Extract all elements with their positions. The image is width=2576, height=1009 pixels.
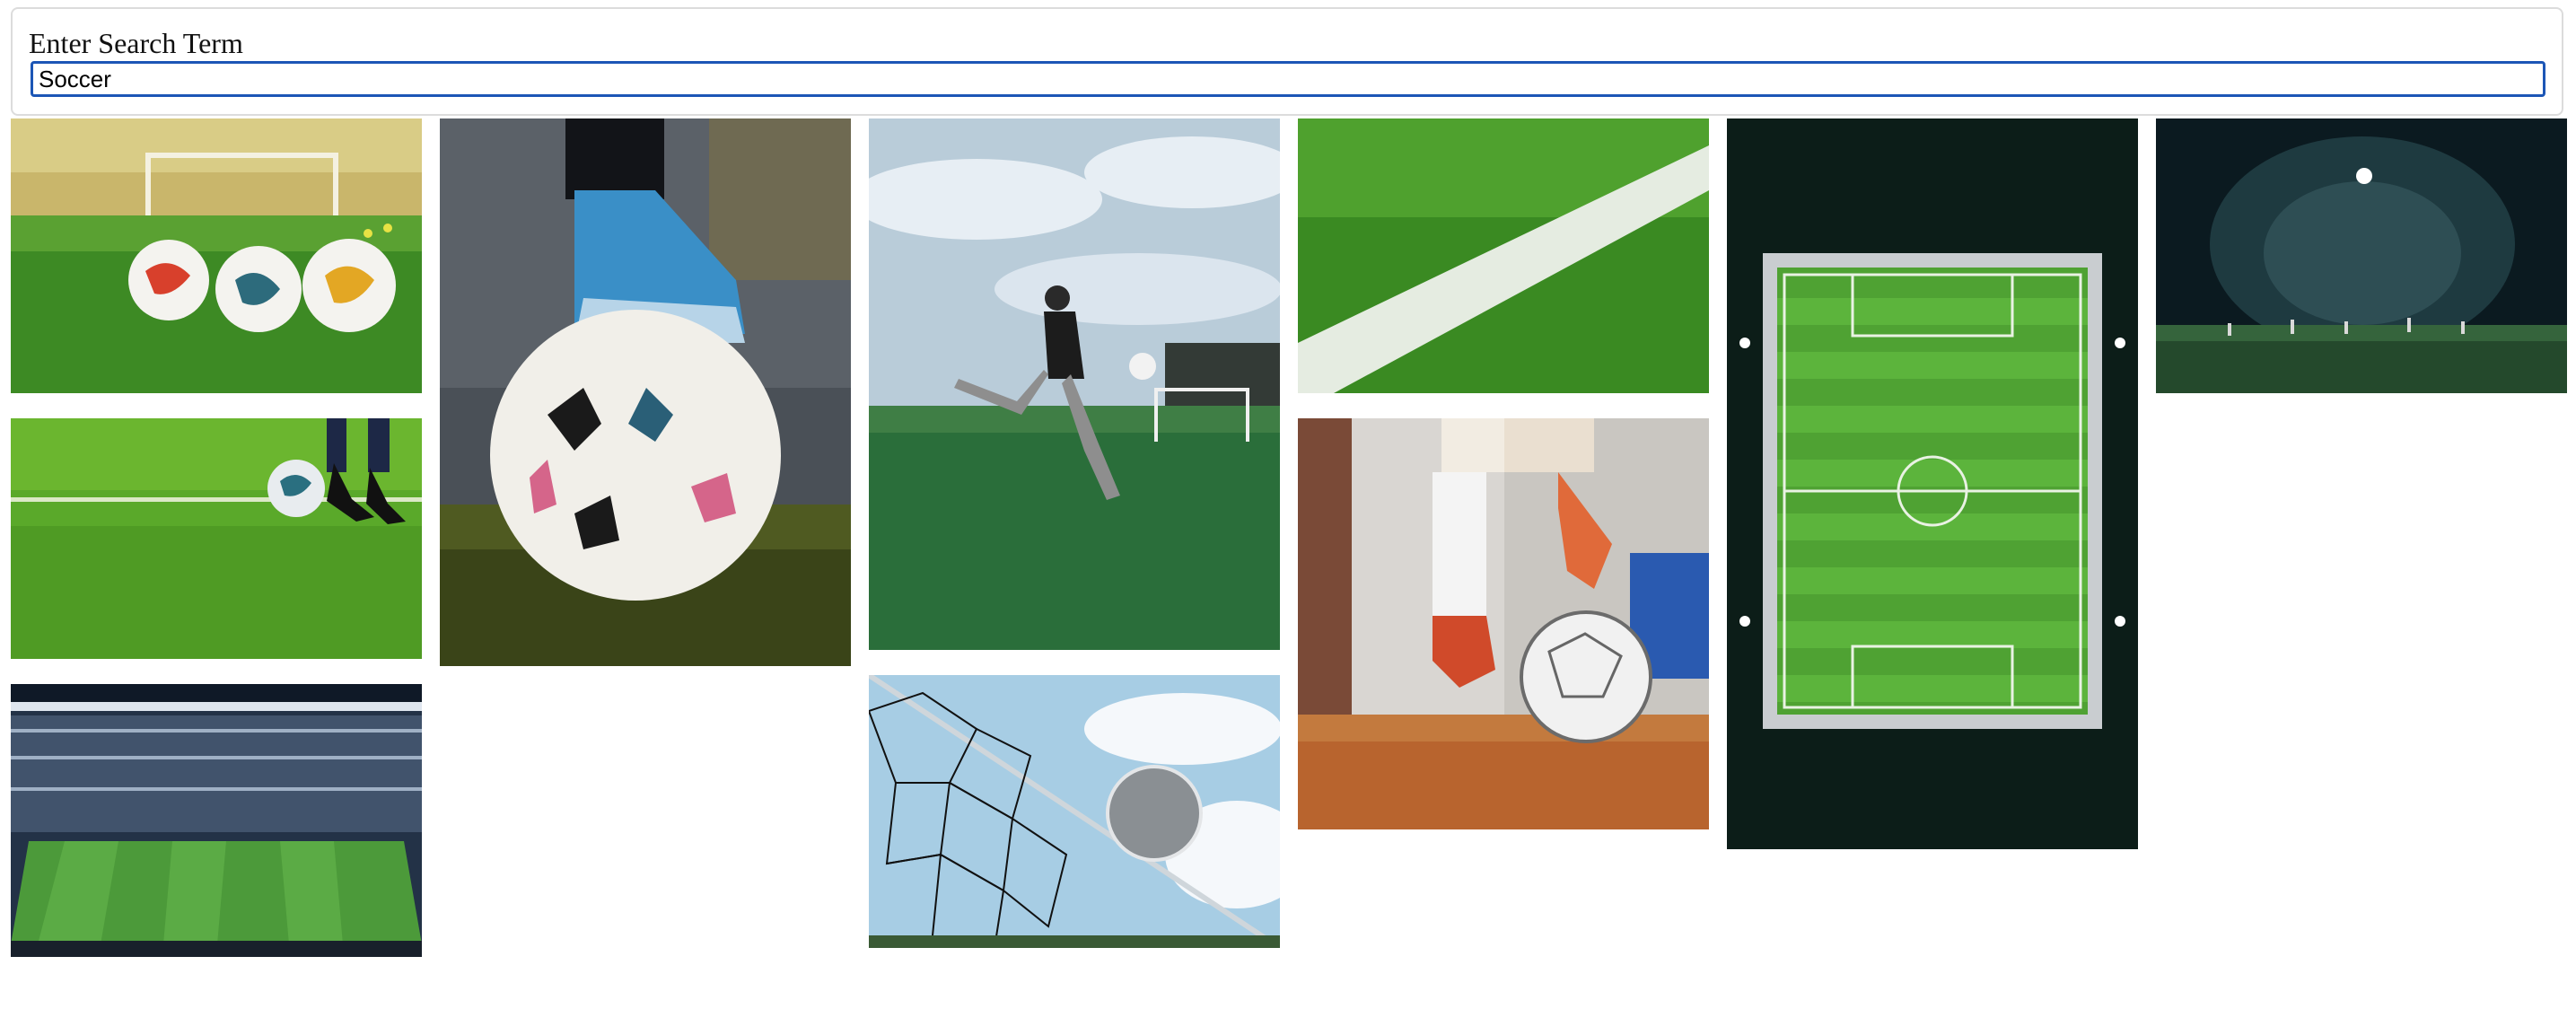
image-player-kicking-sky[interactable] — [869, 118, 1280, 650]
search-label: Enter Search Term — [29, 27, 243, 59]
image-soccer-balls-on-grass[interactable] — [11, 118, 422, 393]
search-input[interactable] — [31, 61, 2545, 97]
image-floodlit-night-field[interactable] — [2156, 118, 2567, 393]
image-foot-on-ball[interactable] — [440, 118, 851, 666]
image-player-clay-court[interactable] — [1298, 418, 1709, 829]
image-ball-in-net[interactable] — [869, 675, 1280, 948]
image-player-dribbling[interactable] — [11, 418, 422, 659]
image-turf-line[interactable] — [1298, 118, 1709, 393]
image-stadium-interior[interactable] — [11, 684, 422, 957]
image-aerial-pitch[interactable] — [1727, 118, 2138, 849]
